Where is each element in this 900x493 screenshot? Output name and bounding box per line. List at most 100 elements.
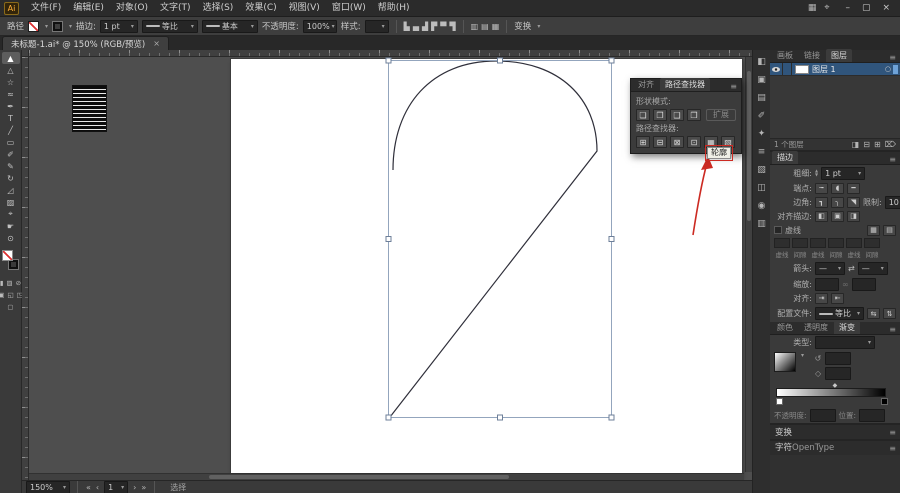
fill-swatch[interactable] — [2, 250, 13, 261]
tab-gradient[interactable]: 渐变 — [834, 321, 860, 334]
tab-character[interactable]: 字符 — [775, 441, 792, 455]
horizontal-ruler[interactable] — [29, 50, 752, 57]
merge-icon[interactable]: ⊠ — [670, 136, 684, 148]
arrow-end-align-icon[interactable]: ⇤ — [831, 293, 844, 304]
panel-menu-icon[interactable]: ≡ — [885, 325, 900, 334]
make-clipping-mask-icon[interactable]: ◨ — [852, 140, 860, 149]
graphic-styles-panel-icon[interactable]: ▥ — [755, 217, 769, 230]
none-button-icon[interactable]: ⊘ — [16, 279, 21, 287]
gradient-stop-end[interactable] — [881, 398, 888, 405]
gradient-stop-start[interactable] — [776, 398, 783, 405]
panel-menu-icon[interactable]: ≡ — [726, 82, 741, 91]
distribute-spacing-icon[interactable]: ▦ — [492, 22, 500, 31]
appearance-panel-icon[interactable]: ◉ — [755, 199, 769, 212]
close-button[interactable]: × — [876, 0, 896, 16]
minus-front-icon[interactable]: ❐ — [653, 109, 667, 121]
layer-thumbnail[interactable] — [795, 65, 809, 74]
rotate-tool-icon[interactable]: ↻ — [2, 172, 20, 184]
symbols-panel-icon[interactable]: ✦ — [755, 127, 769, 140]
tab-stroke[interactable]: 描边 — [772, 151, 798, 164]
vertical-ruler[interactable] — [22, 57, 29, 480]
horizontal-scrollbar-thumb[interactable] — [209, 475, 509, 479]
crop-icon[interactable]: ⊡ — [687, 136, 701, 148]
unite-icon[interactable]: ❏ — [636, 109, 650, 121]
layer-name[interactable]: 图层 1 — [812, 64, 885, 75]
align-stroke-outside-icon[interactable]: ◨ — [847, 211, 860, 222]
dash-input[interactable] — [774, 238, 790, 248]
menu-item[interactable]: 选择(S) — [197, 0, 240, 17]
hand-tool-icon[interactable]: ☛ — [2, 220, 20, 232]
menu-item[interactable]: 对象(O) — [110, 0, 154, 17]
lasso-tool-icon[interactable]: ≈ — [2, 88, 20, 100]
tab-layers[interactable]: 图层 — [826, 49, 852, 62]
swap-arrowheads-icon[interactable]: ⇄ — [848, 264, 855, 273]
delete-layer-icon[interactable]: ⌦ — [885, 140, 896, 149]
align-left-icon[interactable]: ▙ — [404, 22, 410, 31]
brushes-panel-icon[interactable]: ✐ — [755, 109, 769, 122]
properties-panel-icon[interactable]: ◧ — [755, 55, 769, 68]
next-artboard-icon[interactable]: › — [132, 483, 137, 492]
swatches-panel-icon[interactable]: ▤ — [755, 91, 769, 104]
arrow-tip-align-icon[interactable]: ⇥ — [815, 293, 828, 304]
limit-field[interactable]: 10 — [885, 196, 900, 209]
selection-handles[interactable] — [386, 58, 614, 420]
tab-pathfinder[interactable]: 路径查找器 — [660, 78, 710, 91]
menu-item[interactable]: 文字(T) — [154, 0, 197, 17]
target-icon[interactable]: ○ — [885, 65, 891, 73]
document-tab[interactable]: 未标题-1.ai* @ 150% (RGB/预览) × — [2, 36, 169, 50]
stroke-weight-field[interactable]: 1 pt ▾ — [100, 20, 138, 33]
width-profile-select[interactable]: 等比 ▾ — [815, 307, 864, 320]
magic-wand-tool-icon[interactable]: ☆ — [2, 76, 20, 88]
panel-menu-icon[interactable]: ≡ — [885, 155, 900, 164]
arrowhead-start-select[interactable]: — ▾ — [815, 262, 845, 275]
opacity-field[interactable]: 100% ▾ — [303, 20, 337, 33]
selection-bounding-box[interactable] — [389, 61, 612, 418]
canvas[interactable]: 对齐路径查找器 ≡ 形状模式: ❏❐❑❒ 扩展 路径查找器: ⊞⊟⊠⊡▦▧ — [29, 57, 752, 480]
tab-artboards[interactable]: 画板 — [772, 49, 798, 62]
align-stroke-inside-icon[interactable]: ▣ — [831, 211, 844, 222]
first-artboard-icon[interactable]: « — [85, 483, 92, 492]
miter-join-icon[interactable]: ┓ — [815, 197, 828, 208]
round-join-icon[interactable]: ╮ — [831, 197, 844, 208]
distribute-vertical-icon[interactable]: ▤ — [481, 22, 489, 31]
bevel-join-icon[interactable]: ◥ — [847, 197, 860, 208]
transform-caret-icon[interactable]: ▾ — [537, 23, 540, 30]
transform-panel-header[interactable]: 变换 ≡ — [770, 425, 900, 439]
scale-tool-icon[interactable]: ◿ — [2, 184, 20, 196]
link-scale-icon[interactable]: ∞ — [842, 280, 849, 289]
dash-input[interactable] — [792, 238, 808, 248]
align-stroke-center-icon[interactable]: ◧ — [815, 211, 828, 222]
vertical-scrollbar[interactable] — [745, 57, 752, 472]
panel-menu-icon[interactable]: ≡ — [885, 428, 900, 437]
preserve-dash-icon[interactable]: ▦ — [867, 225, 880, 236]
tab-transparency[interactable]: 透明度 — [799, 321, 833, 334]
selection-tool-icon[interactable]: ▲ — [2, 52, 20, 64]
weight-field[interactable]: 1 pt ▾ — [821, 167, 865, 180]
fill-caret-icon[interactable]: ▾ — [45, 23, 48, 30]
menu-item[interactable]: 窗口(W) — [326, 0, 372, 17]
gradient-panel-icon[interactable]: ▧ — [755, 163, 769, 176]
zoom-tool-icon[interactable]: ⊙ — [2, 232, 20, 244]
paintbrush-tool-icon[interactable]: ✐ — [2, 148, 20, 160]
round-cap-icon[interactable]: ◖ — [831, 183, 844, 194]
last-artboard-icon[interactable]: » — [140, 483, 147, 492]
menu-item[interactable]: 视图(V) — [283, 0, 326, 17]
line-segment-tool-icon[interactable]: ╱ — [2, 124, 20, 136]
arrow-scale-start-field[interactable] — [815, 278, 839, 291]
dash-input[interactable] — [810, 238, 826, 248]
stop-location-field[interactable] — [859, 409, 885, 422]
vertical-scrollbar-thumb[interactable] — [747, 71, 751, 221]
search-icon[interactable]: ⌖ — [824, 3, 829, 13]
selected-path[interactable] — [390, 61, 597, 417]
style-select[interactable]: ▾ — [365, 20, 389, 33]
layer-row[interactable]: 图层 1 ○ — [770, 63, 900, 76]
panel-menu-icon[interactable]: ≡ — [885, 53, 900, 62]
stroke-color-swatch[interactable] — [52, 21, 63, 32]
gradient-swatch-caret-icon[interactable]: ▾ — [801, 352, 804, 359]
transparency-panel-icon[interactable]: ◫ — [755, 181, 769, 194]
type-tool-icon[interactable]: T — [2, 112, 20, 124]
gradient-tool-icon[interactable]: ▨ — [2, 196, 20, 208]
zoom-level-select[interactable]: 150% ▾ — [26, 481, 70, 493]
align-center-icon[interactable]: ▄ — [413, 22, 419, 31]
prev-artboard-icon[interactable]: ‹ — [95, 483, 100, 492]
